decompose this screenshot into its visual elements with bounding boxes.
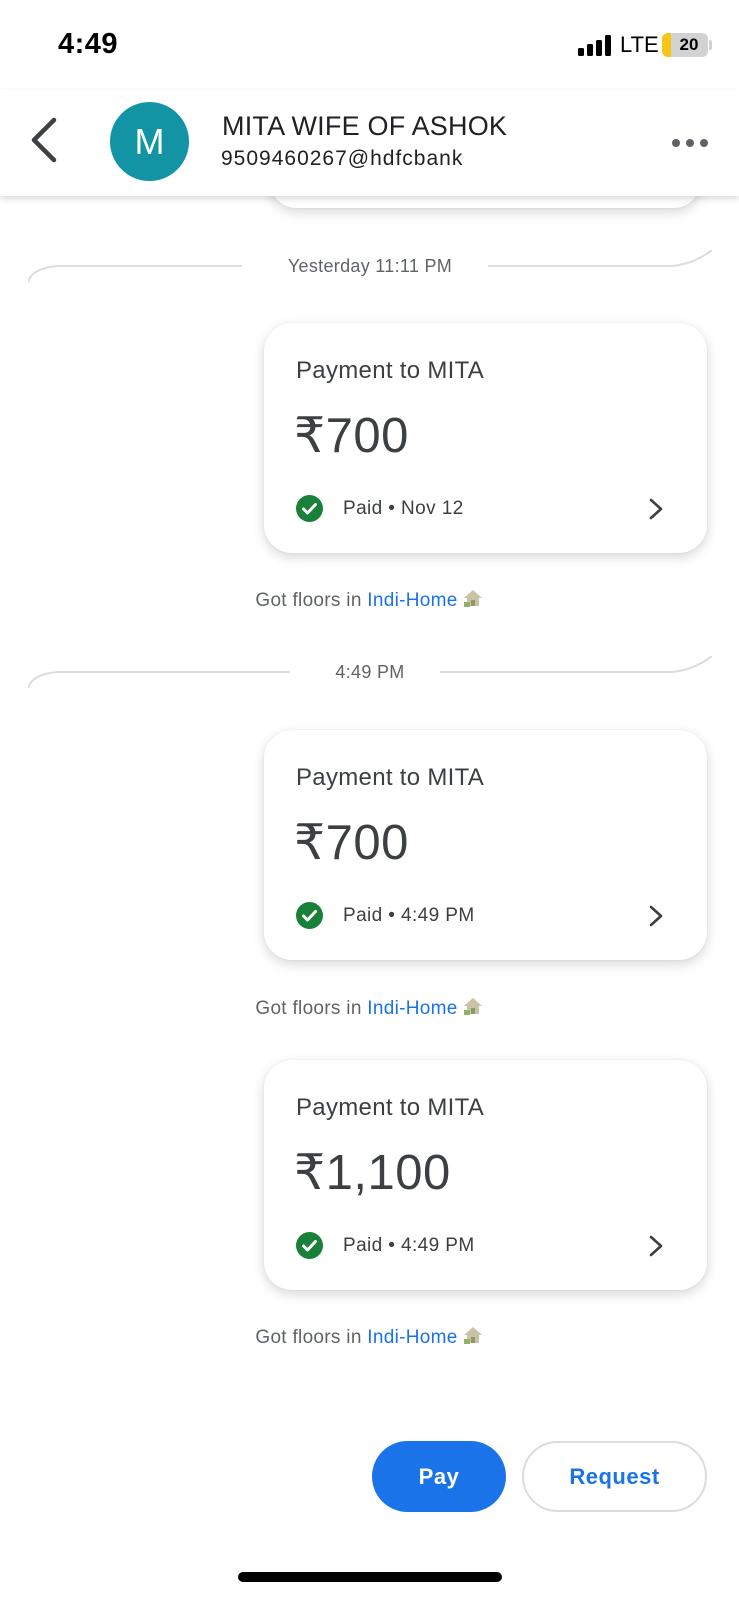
payment-note: Got floors in Indi-Home [0, 996, 739, 1020]
home-indicator[interactable] [238, 1572, 502, 1582]
transaction-feed[interactable]: Yesterday 11:11 PM Payment to MITA ₹700 … [0, 156, 739, 1600]
back-arrow-icon [31, 117, 57, 163]
battery-level: 20 [679, 35, 699, 54]
avatar[interactable]: M [110, 102, 189, 181]
note-text: Got floors in [255, 1327, 368, 1348]
payment-title: Payment to MITA [296, 764, 485, 791]
note-text: Got floors in [255, 998, 368, 1019]
payment-card[interactable]: Payment to MITA ₹700 Paid • 4:49 PM [264, 730, 707, 960]
house-icon [463, 998, 482, 1015]
status-time: 4:49 [58, 28, 119, 60]
payment-status: Paid • Nov 12 [343, 498, 464, 519]
note-link[interactable]: Indi-Home [367, 590, 457, 611]
divider-label: 4:49 PM [335, 662, 405, 682]
payment-title: Payment to MITA [296, 357, 485, 384]
payment-status: Paid • 4:49 PM [343, 1235, 475, 1256]
house-icon [463, 590, 482, 607]
request-button[interactable]: Request [522, 1441, 707, 1512]
payment-card[interactable]: Payment to MITA ₹700 Paid • Nov 12 [264, 323, 707, 553]
chat-header: M MITA WIFE OF ASHOK 9509460267@hdfcbank [0, 90, 739, 196]
note-link[interactable]: Indi-Home [367, 998, 457, 1019]
contact-upi-id: 9509460267@hdfcbank [221, 147, 464, 170]
more-options-icon [672, 139, 680, 147]
payment-amount: ₹1,100 [294, 1146, 451, 1200]
payment-amount: ₹700 [294, 816, 409, 870]
chevron-right-icon[interactable] [644, 902, 668, 930]
back-button[interactable] [22, 112, 68, 168]
pay-button[interactable]: Pay [372, 1441, 506, 1512]
payment-amount: ₹700 [294, 409, 409, 463]
chevron-right-icon[interactable] [644, 495, 668, 523]
payment-status: Paid • 4:49 PM [343, 905, 475, 926]
payment-title: Payment to MITA [296, 1094, 485, 1121]
battery-cap [709, 40, 712, 50]
app-screen: 4:49 LTE 20 M MITA WIFE OF ASHOK 9509460… [0, 0, 739, 1600]
contact-name: MITA WIFE OF ASHOK [222, 111, 508, 141]
signal-strength-icon [578, 34, 614, 56]
house-icon [463, 1327, 482, 1344]
payment-note: Got floors in Indi-Home [0, 588, 739, 612]
chevron-right-icon[interactable] [644, 1232, 668, 1260]
note-text: Got floors in [255, 590, 368, 611]
date-divider: Yesterday 11:11 PM [28, 250, 712, 286]
payment-card[interactable]: Payment to MITA ₹1,100 Paid • 4:49 PM [264, 1060, 707, 1290]
network-type: LTE [620, 32, 659, 57]
check-circle-icon [296, 902, 323, 929]
note-link[interactable]: Indi-Home [367, 1327, 457, 1348]
payment-note: Got floors in Indi-Home [0, 1325, 739, 1349]
battery-icon: 20 [662, 33, 708, 57]
divider-label: Yesterday 11:11 PM [287, 256, 453, 276]
date-divider: 4:49 PM [28, 656, 712, 692]
more-options-button[interactable] [672, 136, 708, 150]
check-circle-icon [296, 495, 323, 522]
status-bar: 4:49 LTE 20 [0, 0, 739, 90]
check-circle-icon [296, 1232, 323, 1259]
